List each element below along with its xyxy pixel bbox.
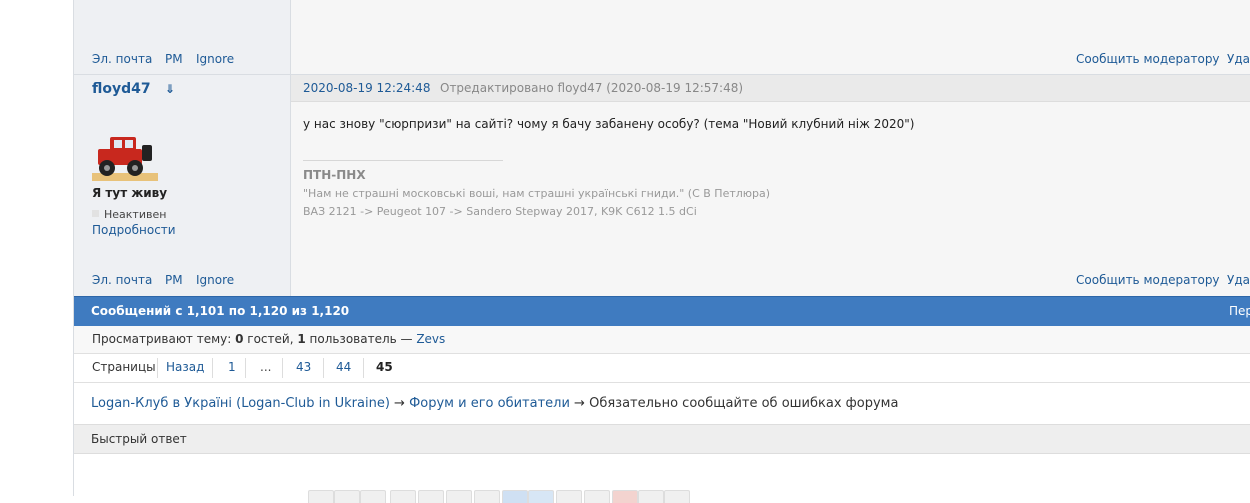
- summary-bar-right-link[interactable]: Пер: [1229, 304, 1250, 318]
- pagination-back[interactable]: Назад: [166, 360, 204, 374]
- pagination-divider: [282, 358, 283, 378]
- breadcrumb-site[interactable]: Logan-Клуб в Україні (Logan-Club in Ukra…: [91, 396, 390, 411]
- post-date-link[interactable]: 2020-08-19 12:24:48: [303, 81, 430, 95]
- user-title: Я тут живу: [92, 186, 168, 200]
- guests-label: гостей,: [243, 332, 298, 346]
- align-button[interactable]: [446, 490, 472, 503]
- align-button[interactable]: [418, 490, 444, 503]
- post-username[interactable]: floyd47: [92, 81, 151, 97]
- pagination-page-43[interactable]: 43: [296, 360, 311, 374]
- post-header: [291, 75, 1250, 102]
- post-body: [291, 75, 1250, 296]
- signature-cars: ВАЗ 2121 -> Peugeot 107 -> Sandero Stepw…: [303, 205, 697, 218]
- delete-link[interactable]: Уда: [1227, 273, 1250, 287]
- list-button[interactable]: [390, 490, 416, 503]
- quick-reply-header: Быстрый ответ: [74, 424, 1250, 454]
- prev-delete-link[interactable]: Уда: [1227, 52, 1250, 66]
- users-count: 1: [297, 332, 306, 346]
- image-button[interactable]: [502, 490, 528, 503]
- pagination-ellipsis: ...: [260, 360, 272, 374]
- underline-button[interactable]: [360, 490, 386, 503]
- prev-ignore-link[interactable]: Ignore: [196, 52, 234, 66]
- report-link[interactable]: Сообщить модератору: [1076, 273, 1220, 287]
- pagination-divider: [212, 358, 213, 378]
- pagination-page-44[interactable]: 44: [336, 360, 351, 374]
- align-button[interactable]: [474, 490, 500, 503]
- pagination-label: Страницы: [92, 360, 156, 374]
- pagination-current-page: 45: [376, 360, 393, 374]
- user-status: Неактивен: [104, 208, 167, 221]
- pagination-divider: [157, 358, 158, 378]
- posts-summary-bar: Сообщений с 1,101 по 1,120 из 1,120 Пер: [74, 296, 1250, 326]
- prev-pm-link[interactable]: PM: [165, 52, 183, 66]
- pagination-page-1[interactable]: 1: [228, 360, 236, 374]
- post-message: у нас знову "сюрпризи" на сайті? чому я …: [303, 117, 915, 131]
- email-link[interactable]: Эл. почта: [92, 273, 152, 287]
- breadcrumb-arrow: →: [394, 396, 405, 411]
- pagination-divider: [323, 358, 324, 378]
- users-label: пользователь —: [305, 332, 417, 346]
- signature-divider: [303, 160, 503, 161]
- pagination-divider: [363, 358, 364, 378]
- pm-link[interactable]: PM: [165, 273, 183, 287]
- jump-down-icon[interactable]: ⇓: [165, 82, 175, 96]
- code-button[interactable]: [584, 490, 610, 503]
- status-offline-icon: [92, 210, 99, 217]
- breadcrumb-topic: Обязательно сообщайте об ошибках форума: [589, 396, 899, 411]
- signature-quote: "Нам не страшні московські воші, нам стр…: [303, 187, 771, 200]
- quick-reply-title: Быстрый ответ: [91, 432, 187, 446]
- viewers-prefix: Просматривают тему:: [92, 332, 236, 346]
- color-button[interactable]: [612, 490, 638, 503]
- breadcrumb: Logan-Клуб в Україні (Logan-Club in Ukra…: [91, 396, 898, 411]
- link-button[interactable]: [528, 490, 554, 503]
- prev-email-link[interactable]: Эл. почта: [92, 52, 152, 66]
- avatar: [92, 137, 158, 181]
- ignore-link[interactable]: Ignore: [196, 273, 234, 287]
- pagination: [74, 354, 1250, 383]
- user-details-link[interactable]: Подробности: [92, 223, 176, 237]
- pagination-divider: [245, 358, 246, 378]
- breadcrumb-forum[interactable]: Форум и его обитатели: [409, 396, 570, 411]
- quote-button[interactable]: [556, 490, 582, 503]
- post-edited-info: Отредактировано floyd47 (2020-08-19 12:5…: [440, 81, 744, 95]
- topic-viewers: Просматривают тему: 0 гостей, 1 пользова…: [74, 326, 1250, 354]
- breadcrumb-arrow: →: [574, 396, 585, 411]
- smiley-button[interactable]: [638, 490, 664, 503]
- viewer-user-link[interactable]: Zevs: [416, 332, 445, 346]
- italic-button[interactable]: [334, 490, 360, 503]
- more-button[interactable]: [664, 490, 690, 503]
- prev-report-link[interactable]: Сообщить модератору: [1076, 52, 1220, 66]
- signature-title: ПТН-ПНХ: [303, 168, 366, 182]
- posts-summary: Сообщений с 1,101 по 1,120 из 1,120: [91, 304, 350, 318]
- bold-button[interactable]: [308, 490, 334, 503]
